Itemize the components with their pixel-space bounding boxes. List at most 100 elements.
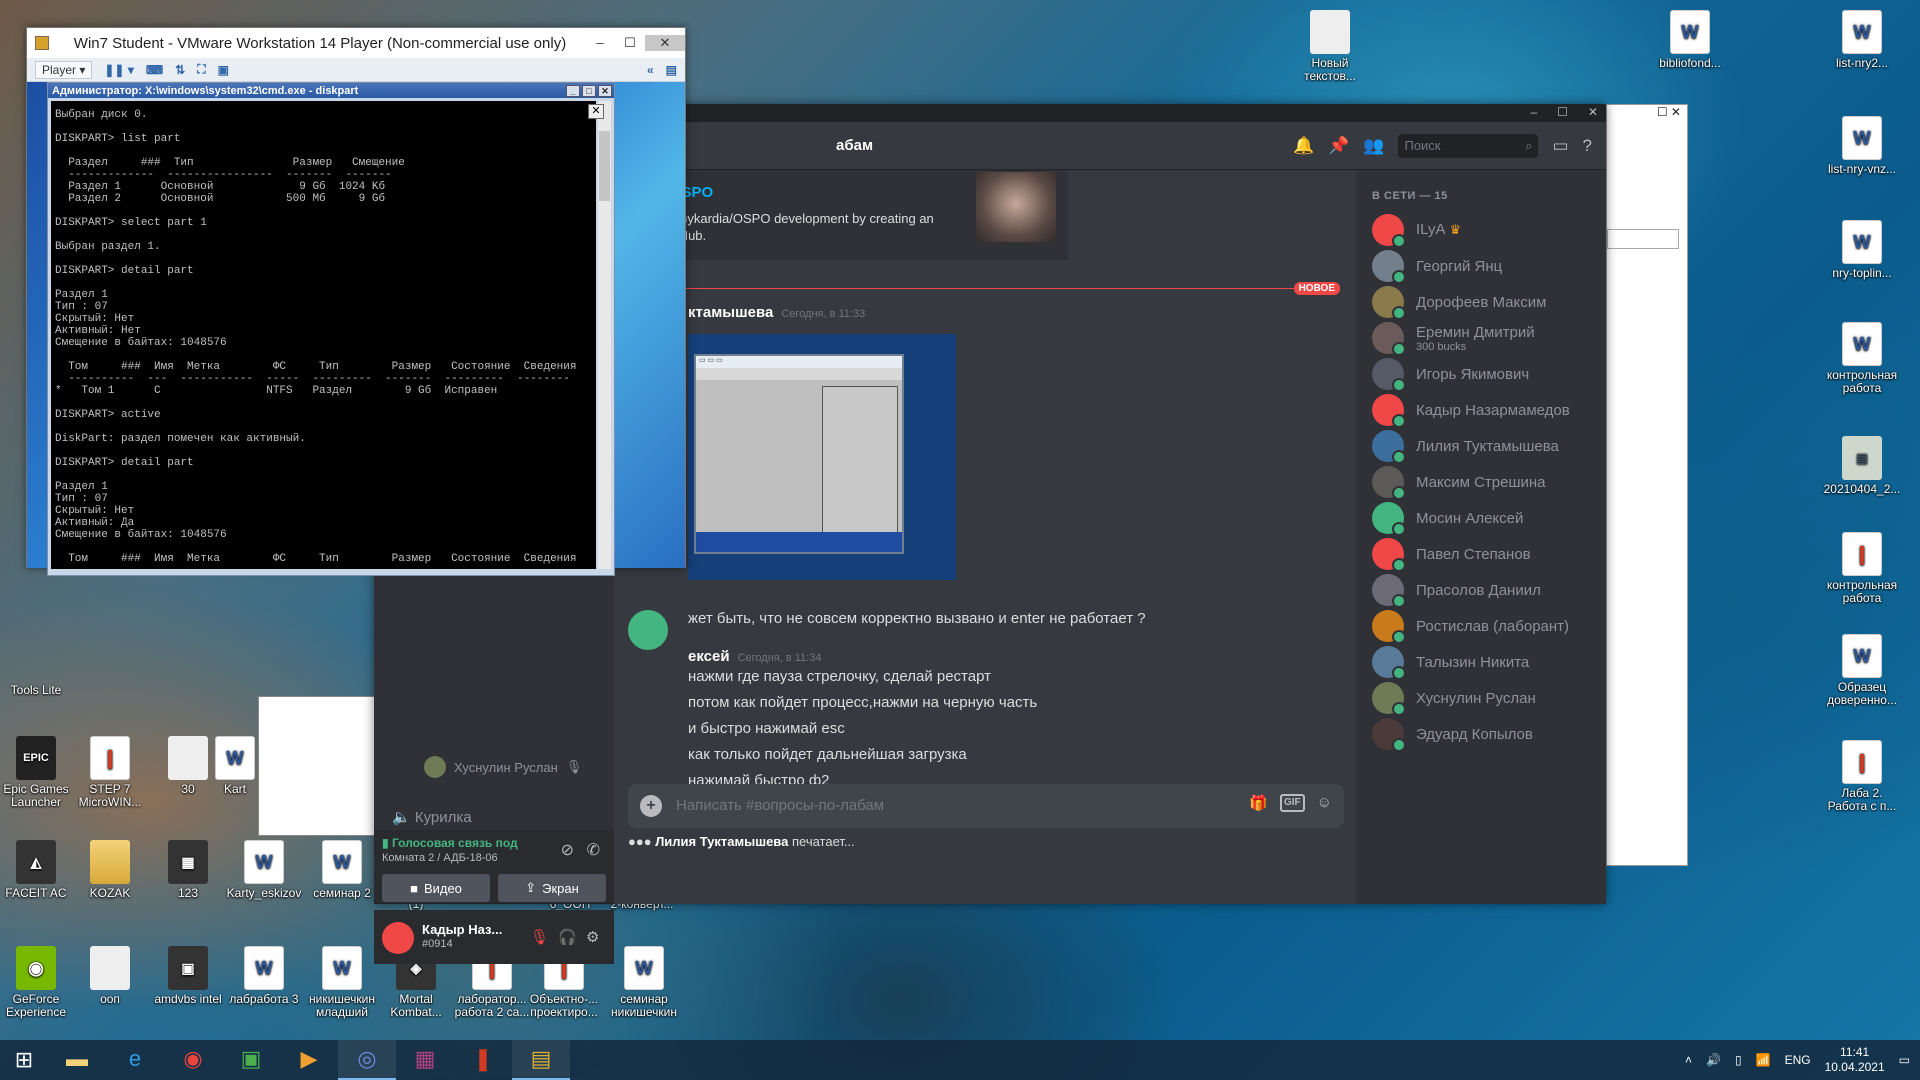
bell-icon[interactable]: 🔔 <box>1293 136 1314 156</box>
pause-icon[interactable]: ❚❚ ▾ <box>104 63 133 77</box>
cmd-titlebar[interactable]: Администратор: X:\windows\system32\cmd.e… <box>48 83 614 98</box>
window-controls[interactable]: ☐ ✕ <box>1607 105 1687 123</box>
member-item[interactable]: Хуснулин Руслан <box>1372 678 1592 718</box>
scrollbar-thumb[interactable] <box>599 131 610 201</box>
avatar[interactable] <box>382 922 414 954</box>
desktop-icon-photo-20210404[interactable]: ▤ 20210404_2... <box>1822 436 1902 496</box>
desktop-icon-list-nry2[interactable]: list-nry2... <box>1822 10 1902 70</box>
minimize-button[interactable]: _ <box>566 84 580 97</box>
close-icon[interactable]: ✕ <box>1588 105 1598 119</box>
background-browser-window[interactable]: ☐ ✕ <box>1606 104 1688 866</box>
mic-muted-icon[interactable]: 🎙 <box>530 928 549 946</box>
desktop-icon-seminar2[interactable]: семинар 2 <box>302 840 382 900</box>
vmware-taskbar-icon[interactable]: ▤ <box>512 1040 570 1080</box>
pin-icon[interactable]: 📌 <box>1328 136 1349 156</box>
desktop-icon-new-text[interactable]: Новый текстов... <box>1290 10 1370 83</box>
member-item[interactable]: Игорь Якимович <box>1372 354 1592 394</box>
message-author[interactable]: ктамышева Сегодня, в 11:33 <box>688 304 865 321</box>
headphones-icon[interactable]: 🎧 <box>558 928 577 946</box>
member-item[interactable]: Прасолов Даниил <box>1372 570 1592 610</box>
message-author[interactable]: ексей Сегодня, в 11:34 <box>688 648 821 665</box>
member-item[interactable]: Мосин Алексей <box>1372 498 1592 538</box>
member-item[interactable]: Георгий Янц <box>1372 246 1592 286</box>
member-item[interactable]: ILyA ♛ <box>1372 210 1592 250</box>
minimize-button[interactable]: – <box>585 35 615 51</box>
maximize-button[interactable]: □ <box>582 84 596 97</box>
desktop-icon-amdvbs[interactable]: ▣ amdvbs intel <box>148 946 228 1006</box>
library-icon[interactable]: ▤ <box>666 63 677 77</box>
avatar[interactable] <box>628 610 668 650</box>
member-item[interactable]: Еремин Дмитрий 300 bucks <box>1372 318 1592 358</box>
desktop-icon-control-work-2[interactable]: контрольная работа <box>1822 532 1902 605</box>
unity-icon[interactable]: ▣ <box>218 63 229 77</box>
gear-icon[interactable]: ⚙ <box>586 928 599 946</box>
desktop-icon-nry-toplin[interactable]: nry-toplin... <box>1822 220 1902 280</box>
fullscreen-icon[interactable]: ⛶ <box>197 62 205 77</box>
language-indicator[interactable]: ENG <box>1785 1053 1811 1067</box>
vmware-player-window[interactable]: Win7 Student - VMware Workstation 14 Pla… <box>26 27 686 576</box>
dropdown[interactable] <box>1607 229 1679 249</box>
desktop-icon-tools-lite[interactable]: Tools Lite <box>0 684 76 697</box>
desktop-icon-kozak[interactable]: KOZAK <box>70 840 150 900</box>
emoji-icon[interactable]: ☺ <box>1317 794 1332 812</box>
noise-suppression-icon[interactable]: ⊘ <box>561 840 574 860</box>
player-menu-button[interactable]: Player ▾ <box>35 60 93 79</box>
send-ctrl-alt-del-icon[interactable]: ⌨ <box>146 63 163 77</box>
winrar-icon[interactable]: ▦ <box>396 1040 454 1080</box>
vmware-titlebar[interactable]: Win7 Student - VMware Workstation 14 Pla… <box>27 28 685 58</box>
member-item[interactable]: Дорофеев Максим <box>1372 282 1592 322</box>
minimize-icon[interactable]: – <box>1530 105 1537 119</box>
collapse-toolbar-icon[interactable]: « <box>647 63 654 77</box>
battery-icon[interactable]: ▯ <box>1735 1053 1742 1067</box>
member-item[interactable]: Павел Степанов <box>1372 534 1592 574</box>
vm-guest-screen[interactable]: Администратор: X:\windows\system32\cmd.e… <box>27 82 685 576</box>
maximize-button[interactable]: ☐ <box>615 35 645 51</box>
volume-icon[interactable]: 🔊 <box>1706 1053 1721 1067</box>
desktop-icon-lab2[interactable]: Лаба 2. Работа с п... <box>1822 740 1902 813</box>
desktop-icon-bibliofond[interactable]: bibliofond... <box>1650 10 1730 70</box>
image-attachment[interactable]: ▭ ▭ ▭ <box>688 334 956 580</box>
message-input[interactable]: + Написать #вопросы-по-лабам 🎁 GIF ☺ <box>628 784 1344 828</box>
cmd-scrollbar[interactable] <box>598 101 611 569</box>
disconnect-icon[interactable]: ✆ <box>587 840 600 860</box>
desktop-icon-oop[interactable]: ooп <box>70 946 150 1006</box>
inbox-icon[interactable]: ▭ <box>1552 136 1568 156</box>
removable-devices-icon[interactable]: ⇅ <box>175 63 185 77</box>
notifications-icon[interactable]: ▭ <box>1899 1053 1910 1067</box>
desktop-icon-nikishechkin[interactable]: никишечкин младший <box>302 946 382 1019</box>
desktop-icon-list-nry-vnz[interactable]: list-nry-vnz... <box>1822 116 1902 176</box>
desktop-icon-seminar-nikishechkin[interactable]: семинар никишечкин <box>604 946 684 1019</box>
desktop-icon-control-work-1[interactable]: контрольная работа <box>1822 322 1902 395</box>
member-item[interactable]: Ростислав (лаборант) <box>1372 606 1592 646</box>
chevron-up-icon[interactable]: ˄ <box>1685 1053 1692 1067</box>
maximize-icon[interactable]: ☐ <box>1557 105 1568 119</box>
desktop-icon-step7[interactable]: STEP 7 MicroWIN... <box>70 736 150 809</box>
voice-channel-kurilka[interactable]: 🔈 Курилка <box>392 808 472 826</box>
desktop-icon-sample-proxy[interactable]: Образец доверенно... <box>1822 634 1902 707</box>
member-item[interactable]: Кадыр Назармамедов <box>1372 390 1592 430</box>
guest-window-close-button[interactable]: ✕ <box>588 104 604 119</box>
search-input[interactable]: Поиск ⌕ <box>1398 133 1539 158</box>
video-button[interactable]: ■ Видео <box>382 874 490 902</box>
cmd-window[interactable]: Администратор: X:\windows\system32\cmd.e… <box>47 82 615 576</box>
clock[interactable]: 11:41 10.04.2021 <box>1825 1045 1885 1075</box>
desktop-icon-labrabota3[interactable]: лабработа 3 <box>224 946 304 1006</box>
windows-start-icon[interactable]: ⊞ <box>0 1040 48 1080</box>
desktop-icon-kart[interactable]: Kart <box>210 736 260 796</box>
store-icon[interactable]: ▣ <box>222 1040 280 1080</box>
gif-icon[interactable]: GIF <box>1280 794 1305 812</box>
member-item[interactable]: Талызин Никита <box>1372 642 1592 682</box>
desktop-icon-geforce[interactable]: ◉ GeForce Experience <box>0 946 76 1019</box>
close-button[interactable]: ✕ <box>645 35 685 51</box>
desktop-icon-epic-games[interactable]: EPIC Epic Games Launcher <box>0 736 76 809</box>
voice-user[interactable]: Хуснулин Руслан 🎙 <box>424 756 582 778</box>
member-item[interactable]: Лилия Туктамышева <box>1372 426 1592 466</box>
member-item[interactable]: Максим Стрешина <box>1372 462 1592 502</box>
pdf-reader-icon[interactable]: ❚ <box>454 1040 512 1080</box>
upload-plus-icon[interactable]: + <box>640 795 662 817</box>
member-item[interactable]: Эдуард Копылов <box>1372 714 1592 754</box>
internet-explorer-icon[interactable]: e <box>106 1040 164 1080</box>
discord-taskbar-icon[interactable]: ◎ <box>338 1040 396 1080</box>
discord-window-controls[interactable]: – ☐ ✕ <box>1530 105 1598 119</box>
background-window[interactable] <box>258 696 388 836</box>
